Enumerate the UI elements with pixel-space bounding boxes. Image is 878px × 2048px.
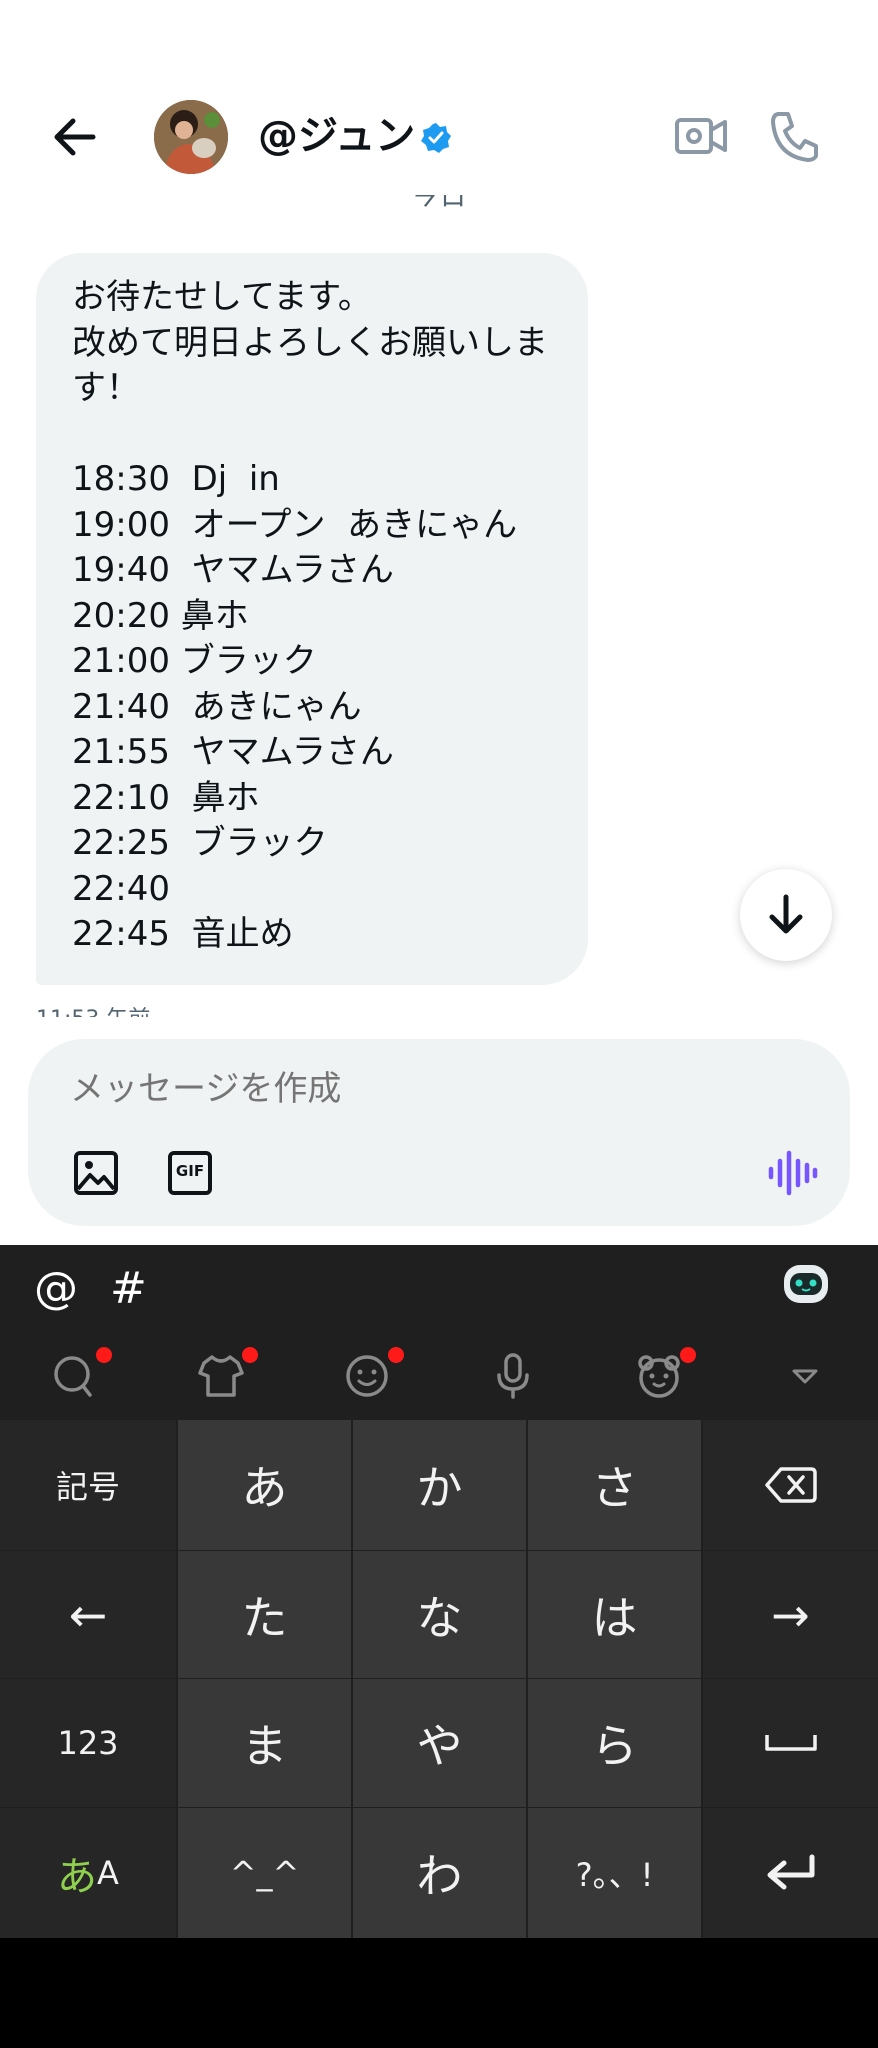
voice-call-button[interactable] bbox=[770, 110, 818, 162]
keyboard-suggestion-bar: @ # bbox=[0, 1245, 878, 1331]
user-handle[interactable]: @ジュン bbox=[258, 110, 415, 162]
key-ya[interactable]: や bbox=[353, 1679, 526, 1807]
punctuation-key[interactable]: ?。、! bbox=[528, 1808, 701, 1938]
key-grid: 記号 あ か さ ← た な は → 123 ま や ら あA ^_^ わ ?。… bbox=[0, 1420, 878, 1938]
collapse-keyboard-button[interactable] bbox=[780, 1351, 830, 1401]
shirt-icon bbox=[198, 1355, 244, 1397]
smiley-icon bbox=[346, 1355, 388, 1397]
conversation-header: @ジュン bbox=[0, 80, 878, 195]
bear-face-icon bbox=[638, 1355, 680, 1398]
emoticon-key[interactable]: ^_^ bbox=[178, 1808, 351, 1938]
key-a[interactable]: あ bbox=[178, 1420, 351, 1550]
robot-assistant-icon[interactable] bbox=[780, 1261, 832, 1307]
symbol-key[interactable]: 記号 bbox=[0, 1420, 176, 1550]
day-separator: 今日 bbox=[0, 195, 878, 213]
verified-badge-icon bbox=[420, 122, 452, 154]
key-sa[interactable]: さ bbox=[528, 1420, 701, 1550]
mode-alpha-label: A bbox=[97, 1854, 119, 1892]
emoji-tool-button[interactable] bbox=[342, 1347, 404, 1401]
key-ka[interactable]: か bbox=[353, 1420, 526, 1550]
number-mode-key[interactable]: 123 bbox=[0, 1679, 176, 1807]
arrow-left-icon bbox=[54, 118, 96, 156]
message-text: お待たせしてます。 改めて明日よろしくお願いしま す！ 18:30 Dj in … bbox=[72, 277, 548, 954]
message-bubble[interactable]: お待たせしてます。 改めて明日よろしくお願いしま す！ 18:30 Dj in … bbox=[36, 253, 588, 985]
arrow-down-icon bbox=[769, 894, 803, 934]
key-ma[interactable]: ま bbox=[178, 1679, 351, 1807]
search-tool-button[interactable] bbox=[50, 1347, 112, 1401]
mode-kana-label: あ bbox=[57, 1854, 98, 1900]
key-ra[interactable]: ら bbox=[528, 1679, 701, 1807]
triangle-down-icon bbox=[792, 1369, 818, 1384]
key-ha[interactable]: は bbox=[528, 1551, 701, 1678]
at-key[interactable]: @ bbox=[34, 1263, 78, 1314]
space-key[interactable] bbox=[703, 1679, 878, 1807]
key-wa[interactable]: わ bbox=[353, 1808, 526, 1938]
image-icon bbox=[74, 1151, 118, 1195]
backspace-icon bbox=[764, 1467, 817, 1503]
back-button[interactable] bbox=[46, 112, 102, 162]
enter-icon bbox=[767, 1854, 814, 1890]
ime-keyboard: @ # 記号 あ か さ ← た な は → 123 ま や ら あ A ^_^… bbox=[0, 1245, 878, 1938]
keyboard-toolbar bbox=[0, 1331, 878, 1417]
video-camera-icon bbox=[675, 118, 727, 154]
message-timestamp: 11:53 午前 bbox=[36, 1001, 150, 1017]
voice-message-button[interactable] bbox=[766, 1147, 818, 1199]
voice-input-button[interactable] bbox=[488, 1351, 538, 1401]
key-na[interactable]: な bbox=[353, 1551, 526, 1678]
phone-icon bbox=[771, 112, 818, 162]
message-input[interactable] bbox=[70, 1069, 670, 1109]
search-icon bbox=[54, 1356, 92, 1397]
gif-label: GIF bbox=[175, 1162, 205, 1180]
avatar[interactable] bbox=[154, 100, 228, 174]
hash-key[interactable]: # bbox=[110, 1263, 147, 1314]
message-composer: GIF bbox=[28, 1039, 850, 1226]
add-image-button[interactable] bbox=[72, 1149, 120, 1197]
cursor-left-key[interactable]: ← bbox=[0, 1551, 176, 1678]
theme-tool-button[interactable] bbox=[196, 1347, 258, 1401]
microphone-icon bbox=[497, 1353, 529, 1399]
scroll-to-bottom-button[interactable] bbox=[740, 869, 832, 961]
add-gif-button[interactable]: GIF bbox=[166, 1149, 214, 1197]
enter-key[interactable] bbox=[703, 1808, 878, 1938]
message-list[interactable]: 今日 お待たせしてます。 改めて明日よろしくお願いしま す！ 18:30 Dj … bbox=[0, 195, 878, 1017]
key-ta[interactable]: た bbox=[178, 1551, 351, 1678]
video-call-button[interactable] bbox=[674, 114, 728, 158]
input-mode-key[interactable]: あA bbox=[0, 1808, 176, 1938]
system-navigation-bar bbox=[0, 1938, 878, 2048]
sticker-tool-button[interactable] bbox=[634, 1347, 696, 1401]
backspace-key[interactable] bbox=[703, 1420, 878, 1550]
voice-wave-icon bbox=[768, 1150, 818, 1196]
cursor-right-key[interactable]: → bbox=[703, 1551, 878, 1678]
space-icon bbox=[764, 1735, 817, 1751]
